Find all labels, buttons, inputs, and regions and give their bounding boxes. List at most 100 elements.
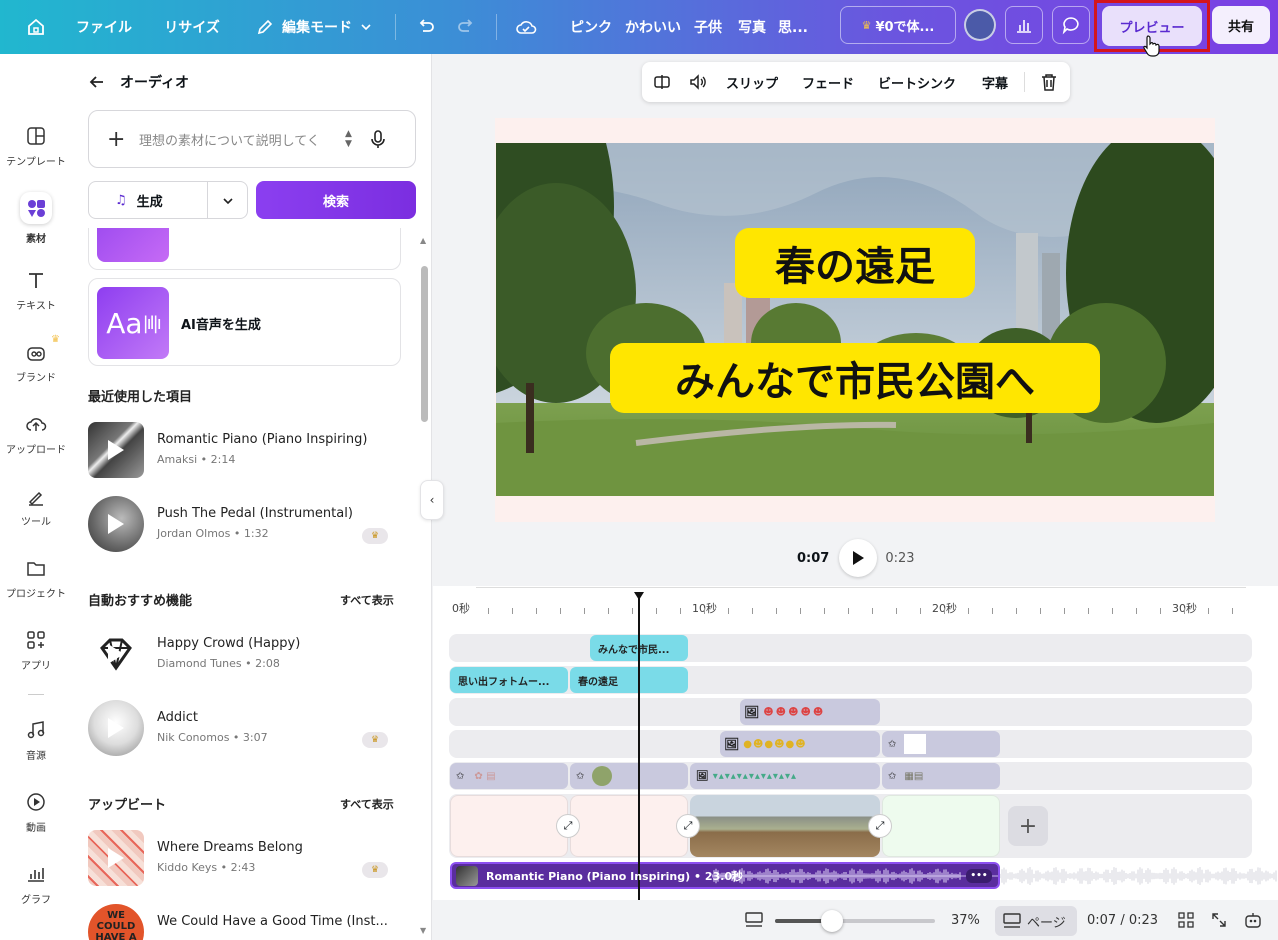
split-icon[interactable] bbox=[652, 62, 672, 102]
file-menu[interactable]: ファイル bbox=[70, 0, 138, 54]
timeline-view-icon[interactable] bbox=[745, 912, 763, 928]
track-item[interactable]: Addict Nik Conomos • 3:07 ♛ bbox=[88, 700, 398, 760]
fullscreen-icon[interactable] bbox=[1211, 912, 1227, 928]
apps-icon bbox=[27, 630, 45, 649]
tag-pink[interactable]: ピンク bbox=[566, 0, 616, 54]
fade-button[interactable]: フェード bbox=[802, 62, 854, 102]
track-item[interactable]: Where Dreams Belong Kiddo Keys • 2:43 ♛ bbox=[88, 830, 398, 890]
graphic-clip[interactable]: ✩ bbox=[570, 763, 688, 789]
text-clip[interactable]: 思い出フォトムー... bbox=[450, 667, 568, 693]
hand-cursor-icon bbox=[1143, 35, 1160, 57]
track-title: Where Dreams Belong bbox=[157, 840, 303, 855]
redo-icon[interactable] bbox=[452, 0, 480, 54]
undo-icon[interactable] bbox=[412, 0, 440, 54]
show-all-link[interactable]: すべて表示 bbox=[340, 592, 394, 608]
share-button[interactable]: 共有 bbox=[1212, 6, 1270, 44]
trial-credit-button[interactable]: ♛ ¥0で体... bbox=[840, 6, 956, 44]
stepper-icon[interactable]: ▲ ▼ bbox=[345, 129, 352, 149]
sticker-clip[interactable]: ✩ bbox=[882, 731, 1000, 757]
scrollbar-thumb[interactable] bbox=[421, 266, 428, 422]
playhead-handle[interactable] bbox=[634, 592, 644, 600]
transition-icon[interactable]: ⤢ bbox=[868, 814, 892, 838]
ruler-label: 0秒 bbox=[452, 602, 470, 615]
microphone-icon[interactable] bbox=[370, 129, 386, 149]
rail-projects[interactable]: プロジェクト bbox=[0, 548, 72, 608]
transition-icon[interactable]: ⤢ bbox=[676, 814, 700, 838]
tag-more[interactable]: 思... bbox=[778, 0, 808, 54]
rail-label: 素材 bbox=[26, 233, 46, 245]
ai-voice-card[interactable]: Aa |ıl|ı AI音声を生成 bbox=[88, 278, 401, 366]
folder-icon bbox=[27, 561, 45, 576]
ruler-tick bbox=[728, 608, 729, 614]
rail-charts[interactable]: グラフ bbox=[0, 854, 72, 914]
rail-video[interactable]: 動画 bbox=[0, 782, 72, 842]
home-icon[interactable] bbox=[22, 0, 50, 54]
grid-view-icon[interactable] bbox=[1178, 912, 1194, 928]
zoom-slider-handle[interactable] bbox=[821, 910, 843, 932]
graphic-clip[interactable]: ✩ ▦▤ bbox=[882, 763, 1000, 789]
page-clip[interactable] bbox=[450, 795, 568, 857]
play-icon bbox=[108, 848, 124, 868]
avatar[interactable] bbox=[964, 9, 996, 41]
tag-kawaii[interactable]: かわいい bbox=[622, 0, 684, 54]
play-button[interactable] bbox=[839, 539, 878, 577]
resize-menu[interactable]: リサイズ bbox=[156, 0, 228, 54]
more-icon[interactable]: ••• bbox=[966, 869, 992, 883]
tag-kids[interactable]: 子供 bbox=[692, 0, 724, 54]
pages-button[interactable]: ページ bbox=[995, 906, 1077, 936]
captions-button[interactable]: 字幕 bbox=[982, 62, 1008, 102]
page-clip[interactable] bbox=[570, 795, 688, 857]
beat-sync-button[interactable]: ビートシンク bbox=[878, 62, 956, 102]
plus-icon[interactable]: + bbox=[107, 127, 127, 152]
tag-photo[interactable]: 写真 bbox=[736, 0, 768, 54]
track-item[interactable]: Push The Pedal (Instrumental) Jordan Olm… bbox=[88, 496, 398, 556]
track-item[interactable]: Happy Crowd (Happy) Diamond Tunes • 2:08 bbox=[88, 626, 398, 686]
show-all-link[interactable]: すべて表示 bbox=[340, 796, 394, 812]
rail-elements[interactable]: 素材 bbox=[0, 188, 72, 248]
search-input[interactable]: + 理想の素材について説明してく ▲ ▼ bbox=[88, 110, 416, 168]
text-icon bbox=[29, 272, 43, 288]
video-clip[interactable] bbox=[690, 795, 880, 857]
rail-apps[interactable]: アプリ bbox=[0, 620, 72, 680]
collapse-panel-button[interactable]: ‹ bbox=[420, 480, 444, 520]
page-clip[interactable] bbox=[882, 795, 1000, 857]
insights-button[interactable] bbox=[1005, 6, 1043, 44]
playhead[interactable] bbox=[634, 592, 644, 900]
graphic-clip[interactable]: ✩ ✿ ▤ bbox=[450, 763, 568, 789]
comment-button[interactable] bbox=[1052, 6, 1090, 44]
audio-label: Romantic Piano (Piano Inspiring) • 23.0秒 bbox=[486, 869, 743, 883]
track-item[interactable]: WE COULD HAVE A We Could Have a Good Time … bbox=[88, 904, 398, 940]
generate-button[interactable]: ♫ 生成 bbox=[88, 181, 248, 219]
panel-title: オーディオ bbox=[120, 75, 190, 91]
text-clip[interactable]: 春の遠足 bbox=[570, 667, 688, 693]
rail-music[interactable]: 音源 bbox=[0, 710, 72, 770]
edit-mode-dropdown[interactable]: 編集モード bbox=[248, 0, 380, 54]
assistant-icon[interactable] bbox=[1243, 910, 1263, 930]
waveform-overflow bbox=[1000, 867, 1277, 885]
rail-templates[interactable]: テンプレート bbox=[0, 116, 72, 176]
transition-icon[interactable]: ⤢ bbox=[556, 814, 580, 838]
volume-icon[interactable] bbox=[688, 62, 708, 102]
rail-uploads[interactable]: アップロード bbox=[0, 404, 72, 464]
back-arrow-icon[interactable] bbox=[88, 73, 106, 91]
track-item[interactable]: Romantic Piano (Piano Inspiring) Amaksi … bbox=[88, 422, 398, 482]
rail-text[interactable]: テキスト bbox=[0, 260, 72, 320]
park-photo[interactable] bbox=[496, 143, 1214, 496]
audio-clip[interactable]: Romantic Piano (Piano Inspiring) • 23.0秒… bbox=[450, 862, 1000, 889]
trash-icon[interactable] bbox=[1040, 62, 1058, 102]
rail-tools[interactable]: ツール bbox=[0, 476, 72, 536]
sticker-icon: ✩ bbox=[576, 770, 585, 782]
cloud-saved-icon[interactable] bbox=[512, 0, 540, 54]
slip-button[interactable]: スリップ bbox=[726, 62, 778, 102]
caption-subtitle[interactable]: みんなで市民公園へ bbox=[610, 343, 1100, 413]
caption-title[interactable]: 春の遠足 bbox=[735, 228, 975, 298]
chevron-down-icon[interactable] bbox=[222, 195, 234, 207]
add-page-button[interactable]: + bbox=[1008, 806, 1048, 846]
sticker-clip[interactable]: 🖼 ●☻●☻●☻ bbox=[720, 731, 880, 757]
sticker-clip[interactable]: 🖼 ☻☻☻☻☻ bbox=[740, 699, 880, 725]
graphic-clip[interactable]: 🖼 ▾▴▾▴▾▴▾▴▾▴▾▴▾▴ bbox=[690, 763, 880, 789]
zoom-slider[interactable] bbox=[775, 910, 935, 932]
audio-tool-card-partial[interactable] bbox=[88, 228, 401, 270]
rail-brand[interactable]: ブランド ♛ bbox=[0, 332, 72, 392]
search-button[interactable]: 検索 bbox=[256, 181, 416, 219]
